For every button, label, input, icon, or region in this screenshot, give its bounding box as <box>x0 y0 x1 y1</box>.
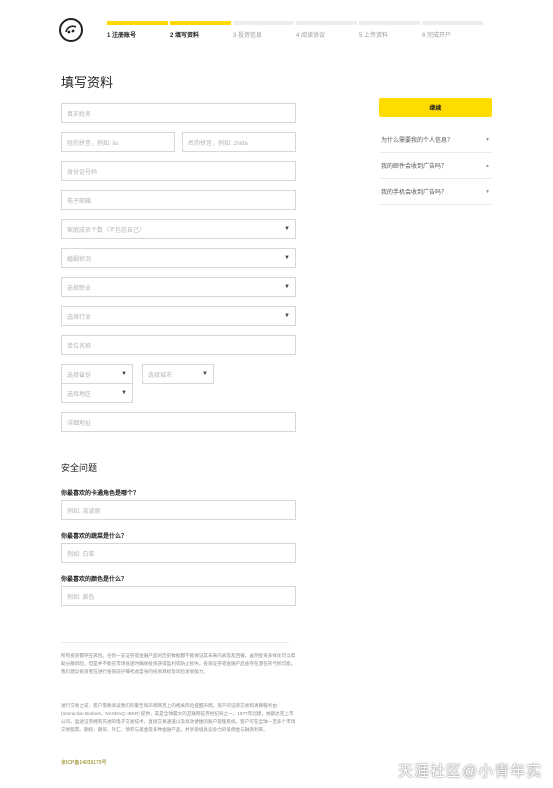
field-placeholder: 身份证号码 <box>67 169 98 176</box>
employer-input[interactable]: 单位名称 <box>61 335 296 355</box>
industry-select[interactable]: 选择行业 ▼ <box>61 306 296 326</box>
field-placeholder: 详细地址 <box>67 420 92 427</box>
step-label: 5 上传资料 <box>359 33 389 39</box>
field-placeholder: 选择职业 <box>67 285 92 292</box>
field-placeholder: 例如: 凌波丽 <box>67 508 101 515</box>
field-placeholder: 选择城市 <box>148 372 173 379</box>
security-answer-input[interactable]: 例如: 白菜 <box>61 543 296 563</box>
last-name-pinyin-input[interactable]: 姓的拼音，例如: liu <box>61 132 175 152</box>
footer-divider <box>61 642 289 643</box>
caret-down-icon: ▼ <box>284 313 290 319</box>
security-question-label: 你最喜欢的卡通角色是哪个？ <box>61 491 140 497</box>
caret-down-icon: ▼ <box>284 284 290 290</box>
step-label: 3 投资信息 <box>233 33 263 39</box>
security-question-label: 你最喜欢的颜色是什么？ <box>61 577 128 583</box>
field-placeholder: 单位名称 <box>67 343 92 350</box>
icp-license-link[interactable]: 京ICP备14039179号 <box>61 759 107 766</box>
field-placeholder: 例如: 白菜 <box>67 551 95 558</box>
security-question-label: 你最喜欢的蔬菜是什么？ <box>61 534 128 540</box>
real-name-input[interactable]: 真实姓名 <box>61 103 296 123</box>
email-input[interactable]: 电子邮箱 <box>61 190 296 210</box>
logo-mark-icon <box>65 25 77 34</box>
page-title: 填写资料 <box>61 75 114 90</box>
broker-disclaimer: 进行交易之前，客户需要阅读我们的警告和声明网页上的相关风险提醒声明。资产的证券交… <box>61 703 296 732</box>
step-6: 6 完成开户 <box>422 21 483 39</box>
chevron-down-icon: ▼ <box>485 188 490 195</box>
field-placeholder: 选择行业 <box>67 314 92 321</box>
field-placeholder: 电子邮箱 <box>67 198 92 205</box>
caret-down-icon: ▼ <box>284 226 290 232</box>
step-1: 1 注册账号 <box>107 21 168 39</box>
field-placeholder: 选择地区 <box>67 391 92 398</box>
family-members-select[interactable]: 家庭成员个数（不包括自己） ▼ <box>61 219 296 239</box>
brand-logo[interactable] <box>59 18 83 42</box>
province-select[interactable]: 选择省份 ▼ <box>61 364 133 384</box>
field-placeholder: 婚姻状况 <box>67 256 92 263</box>
step-label: 1 注册账号 <box>107 33 137 39</box>
step-2: 2 填写资料 <box>170 21 231 39</box>
marital-status-select[interactable]: 婚姻状况 ▼ <box>61 248 296 268</box>
field-placeholder: 例如: 黄色 <box>67 594 95 601</box>
field-placeholder: 真实姓名 <box>67 111 92 118</box>
city-select[interactable]: 选择城市 ▼ <box>142 364 214 384</box>
id-number-input[interactable]: 身份证号码 <box>61 161 296 181</box>
step-label: 6 完成开户 <box>422 33 452 39</box>
field-placeholder: 名的拼音，例如: zhida <box>188 140 248 147</box>
security-section-title: 安全问题 <box>61 463 98 473</box>
continue-button[interactable]: 继续 <box>379 98 492 117</box>
step-label: 4 阅读协议 <box>296 33 326 39</box>
faq-question: 我的邮件会收到广告吗？ <box>381 164 448 170</box>
caret-down-icon: ▼ <box>284 255 290 261</box>
address-input[interactable]: 详细地址 <box>61 412 296 432</box>
risk-disclaimer: 所有投资都存在风险。任何一支证券或金融产品的历史数据都不能保证其未来的表现及回报… <box>61 653 296 674</box>
faq-question: 为什么需要我的个人信息？ <box>381 138 454 144</box>
security-answer-input[interactable]: 例如: 黄色 <box>61 586 296 606</box>
first-name-pinyin-input[interactable]: 名的拼音，例如: zhida <box>182 132 296 152</box>
security-answer-input[interactable]: 例如: 凌波丽 <box>61 500 296 520</box>
faq-item-personal-info[interactable]: 为什么需要我的个人信息？ ▼ <box>379 127 492 153</box>
occupation-select[interactable]: 选择职业 ▼ <box>61 277 296 297</box>
faq-question: 我的手机会收到广告吗？ <box>381 190 448 196</box>
caret-down-icon: ▼ <box>202 371 208 377</box>
watermark: 天涯社区@小青年实 <box>398 763 543 780</box>
field-placeholder: 选择省份 <box>67 372 92 379</box>
chevron-down-icon: ▼ <box>485 136 490 143</box>
caret-down-icon: ▼ <box>121 390 127 396</box>
step-3: 3 投资信息 <box>233 21 294 39</box>
field-placeholder: 姓的拼音，例如: liu <box>67 140 119 147</box>
field-placeholder: 家庭成员个数（不包括自己） <box>67 227 146 234</box>
step-4: 4 阅读协议 <box>296 21 357 39</box>
faq-item-phone-ads[interactable]: 我的手机会收到广告吗？ ▼ <box>379 179 492 205</box>
faq-item-email-ads[interactable]: 我的邮件会收到广告吗？ ▲ <box>379 153 492 179</box>
district-select[interactable]: 选择地区 ▼ <box>61 383 133 403</box>
step-label: 2 填写资料 <box>170 33 200 39</box>
chevron-up-icon: ▲ <box>485 162 490 169</box>
step-5: 5 上传资料 <box>359 21 420 39</box>
caret-down-icon: ▼ <box>121 371 127 377</box>
